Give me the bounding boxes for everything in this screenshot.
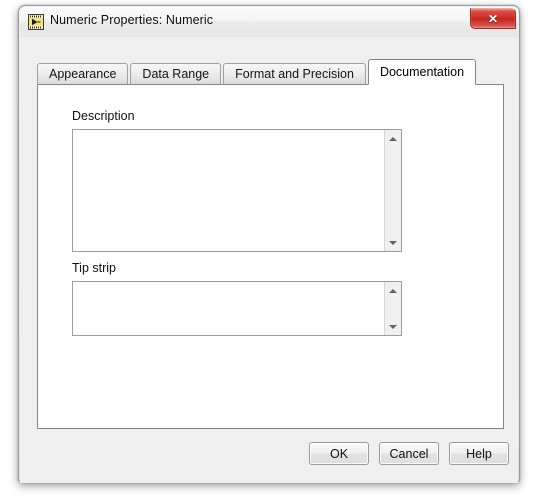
cancel-button[interactable]: Cancel xyxy=(379,442,439,465)
screen: Numeric Properties: Numeric ✕ Appearance… xyxy=(0,0,539,500)
tab-appearance[interactable]: Appearance xyxy=(37,63,129,85)
description-input[interactable] xyxy=(72,129,402,252)
tab-format-and-precision[interactable]: Format and Precision xyxy=(223,63,366,85)
close-icon: ✕ xyxy=(487,11,499,26)
tip-strip-value[interactable] xyxy=(73,282,383,335)
help-button[interactable]: Help xyxy=(449,442,509,465)
tip-strip-label: Tip strip xyxy=(72,261,116,275)
dialog-body: Appearance Data Range Format and Precisi… xyxy=(20,37,518,483)
tip-strip-input[interactable] xyxy=(72,281,402,336)
description-scroll-down-button[interactable] xyxy=(385,234,401,251)
numeric-properties-dialog: Numeric Properties: Numeric ✕ Appearance… xyxy=(18,5,520,483)
tip-strip-scrollbar[interactable] xyxy=(384,282,401,335)
scroll-down-arrow-icon xyxy=(389,240,397,245)
window-title: Numeric Properties: Numeric xyxy=(50,13,214,27)
description-scrollbar[interactable] xyxy=(384,130,401,251)
tab-data-range-label: Data Range xyxy=(142,67,210,81)
tab-appearance-label: Appearance xyxy=(49,67,117,81)
tab-strip: Appearance Data Range Format and Precisi… xyxy=(37,59,478,85)
ok-button[interactable]: OK xyxy=(309,442,369,465)
scroll-up-arrow-icon xyxy=(389,288,397,293)
help-button-label: Help xyxy=(466,446,492,461)
tab-documentation[interactable]: Documentation xyxy=(367,59,477,85)
scroll-down-arrow-icon xyxy=(389,324,397,329)
tab-data-range[interactable]: Data Range xyxy=(130,63,222,85)
title-bar[interactable]: Numeric Properties: Numeric ✕ xyxy=(20,7,518,37)
description-scroll-up-button[interactable] xyxy=(385,130,401,147)
description-label: Description xyxy=(72,109,135,123)
dialog-inner: Numeric Properties: Numeric ✕ Appearance… xyxy=(20,7,518,483)
tab-format-and-precision-label: Format and Precision xyxy=(235,67,354,81)
documentation-panel: Description Tip strip xyxy=(37,84,504,429)
cancel-button-label: Cancel xyxy=(389,446,429,461)
tip-strip-scroll-up-button[interactable] xyxy=(385,282,401,299)
ok-button-label: OK xyxy=(329,446,349,461)
tab-documentation-label: Documentation xyxy=(379,65,465,79)
labview-vi-icon xyxy=(28,14,44,30)
tip-strip-scroll-down-button[interactable] xyxy=(385,318,401,335)
scroll-up-arrow-icon xyxy=(389,136,397,141)
description-value[interactable] xyxy=(73,130,383,251)
close-button[interactable]: ✕ xyxy=(470,8,516,29)
